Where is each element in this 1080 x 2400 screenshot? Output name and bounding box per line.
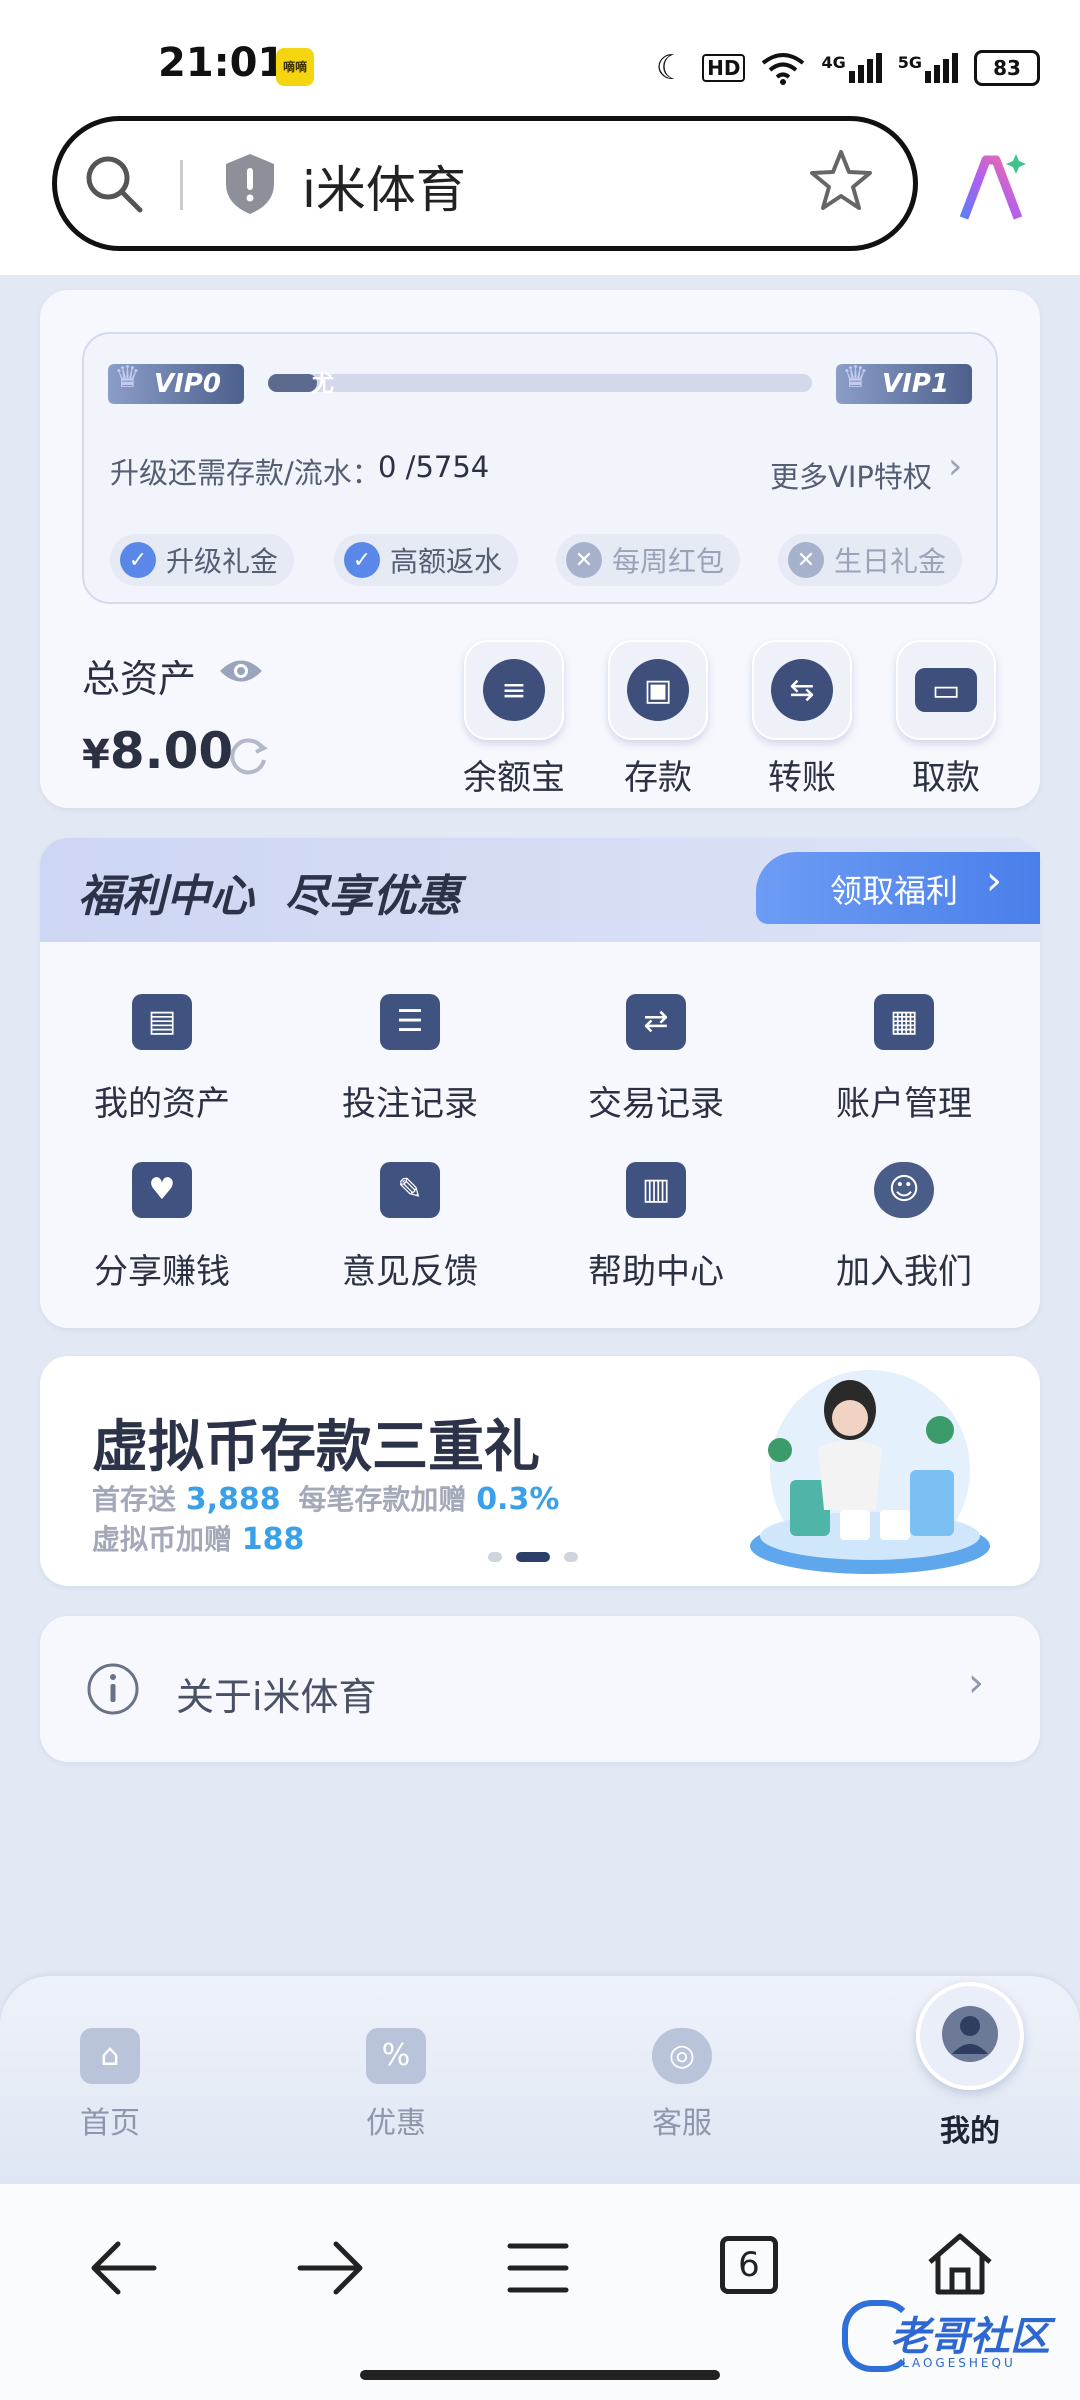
tab-customer-service[interactable]: ◎ 客服	[602, 2028, 762, 2142]
total-assets-amount: ¥8.00	[82, 722, 234, 780]
card-icon: ▭	[896, 640, 996, 740]
cross-icon: ✕	[566, 542, 602, 578]
discount-icon: %	[366, 2028, 426, 2084]
search-icon[interactable]	[82, 152, 146, 216]
watermark-logo: 老哥社区 LAOGESHEQU	[842, 2300, 1072, 2380]
chevron-right-icon[interactable]: ›	[986, 858, 1002, 904]
site-title[interactable]: i米体育	[302, 150, 466, 222]
security-shield-icon[interactable]	[222, 152, 278, 216]
eye-icon[interactable]	[218, 656, 264, 686]
quick-action-yuebao[interactable]: ≡ 余额宝	[444, 640, 584, 799]
ai-assistant-icon[interactable]	[958, 152, 1030, 222]
tab-profile-label[interactable]: 我的	[890, 2106, 1050, 2150]
page-dot[interactable]	[564, 1552, 578, 1562]
signal-5g-icon: 5G	[898, 53, 958, 83]
check-icon: ✓	[344, 542, 380, 578]
feedback-icon: ✎	[380, 1162, 440, 1218]
headset-icon: ◎	[652, 2028, 712, 2084]
banner-title: 虚拟币存款三重礼	[92, 1415, 540, 1480]
moon-icon: ☾	[655, 48, 687, 88]
perk-tag: ✕ 每周红包	[556, 534, 741, 586]
banner-line-1: 首存送 3,888 每笔存款加赠 0.3%	[92, 1482, 560, 1517]
wallet-icon: ▤	[132, 994, 192, 1050]
perk-tag: ✕ 生日礼金	[778, 534, 963, 586]
progress-marker: 尤	[312, 372, 335, 397]
welfare-title: 福利中心 尽享优惠	[78, 871, 461, 922]
vip-progress-fill	[268, 374, 317, 392]
banner-pagination	[488, 1552, 578, 1562]
deposit-icon: ▣	[608, 640, 708, 740]
menu-transaction-records[interactable]: ⇄ 交易记录	[556, 994, 756, 1125]
perk-tag: ✓ 升级礼金	[110, 534, 295, 586]
people-icon: ☺	[874, 1162, 934, 1218]
perk-tag: ✓ 高额返水	[334, 534, 519, 586]
menu-join-us[interactable]: ☺ 加入我们	[804, 1162, 1004, 1293]
transaction-icon: ⇄	[626, 994, 686, 1050]
vip-progress-bar	[268, 374, 812, 392]
chevron-right-icon[interactable]: ›	[948, 446, 962, 487]
banner-line-2: 虚拟币加赠 188	[92, 1522, 305, 1557]
upgrade-requirement-label: 升级还需存款/流水：	[110, 456, 381, 490]
menu-account-management[interactable]: ▦ 账户管理	[804, 994, 1004, 1125]
wifi-icon	[762, 53, 805, 85]
menu-icon[interactable]	[506, 2240, 570, 2296]
quick-action-withdraw[interactable]: ▭ 取款	[876, 640, 1016, 799]
account-folder-icon: ▦	[874, 994, 934, 1050]
page-dot-active[interactable]	[516, 1552, 550, 1562]
user-icon	[942, 2006, 998, 2062]
tab-promotions[interactable]: % 优惠	[316, 2028, 476, 2142]
tab-home[interactable]: ⌂ 首页	[30, 2028, 190, 2142]
refresh-icon[interactable]	[226, 734, 270, 778]
menu-my-assets[interactable]: ▤ 我的资产	[62, 994, 262, 1125]
menu-feedback[interactable]: ✎ 意见反馈	[310, 1162, 510, 1293]
about-label[interactable]: 关于i米体育	[176, 1666, 377, 1721]
chevron-right-icon[interactable]: ›	[968, 1660, 984, 1706]
quick-action-transfer[interactable]: ⇆ 转账	[732, 640, 872, 799]
crown-icon: ♛	[842, 360, 869, 395]
page-dot[interactable]	[488, 1552, 502, 1562]
notification-app-icon: 嘀嘀	[276, 48, 314, 86]
help-book-icon: ▥	[626, 1162, 686, 1218]
bet-record-icon: ☰	[380, 994, 440, 1050]
more-vip-perks-link[interactable]: 更多VIP特权	[770, 454, 932, 496]
hd-icon: HD	[702, 54, 746, 82]
banner-illustration	[750, 1370, 990, 1574]
menu-share-earn[interactable]: ♥ 分享赚钱	[62, 1162, 262, 1293]
total-assets-label: 总资产	[82, 657, 197, 701]
quick-action-deposit[interactable]: ▣ 存款	[588, 640, 728, 799]
gesture-home-bar[interactable]	[360, 2370, 720, 2380]
address-divider	[180, 160, 183, 210]
status-indicators: ☾ HD 4G 5G 83	[656, 46, 1040, 90]
heart-hand-icon: ♥	[132, 1162, 192, 1218]
bookmark-star-icon[interactable]	[808, 148, 874, 214]
tabs-count-button[interactable]: 6	[720, 2236, 778, 2294]
back-arrow-icon[interactable]	[88, 2236, 160, 2300]
signal-4g-icon: 4G	[821, 53, 882, 83]
status-time: 21:01	[158, 40, 286, 86]
menu-help-center[interactable]: ▥ 帮助中心	[556, 1162, 756, 1293]
info-icon	[87, 1663, 139, 1715]
claim-welfare-label[interactable]: 领取福利	[830, 866, 958, 912]
upgrade-requirement-value: 0 /5754	[378, 450, 490, 484]
home-icon: ⌂	[80, 2028, 140, 2084]
coins-icon: ≡	[464, 640, 564, 740]
cross-icon: ✕	[788, 542, 824, 578]
transfer-icon: ⇆	[752, 640, 852, 740]
forward-arrow-icon[interactable]	[294, 2236, 366, 2300]
crown-icon: ♛	[114, 360, 141, 395]
home-icon[interactable]	[924, 2230, 996, 2298]
check-icon: ✓	[120, 542, 156, 578]
menu-bet-records[interactable]: ☰ 投注记录	[310, 994, 510, 1125]
battery-indicator: 83	[974, 50, 1040, 86]
